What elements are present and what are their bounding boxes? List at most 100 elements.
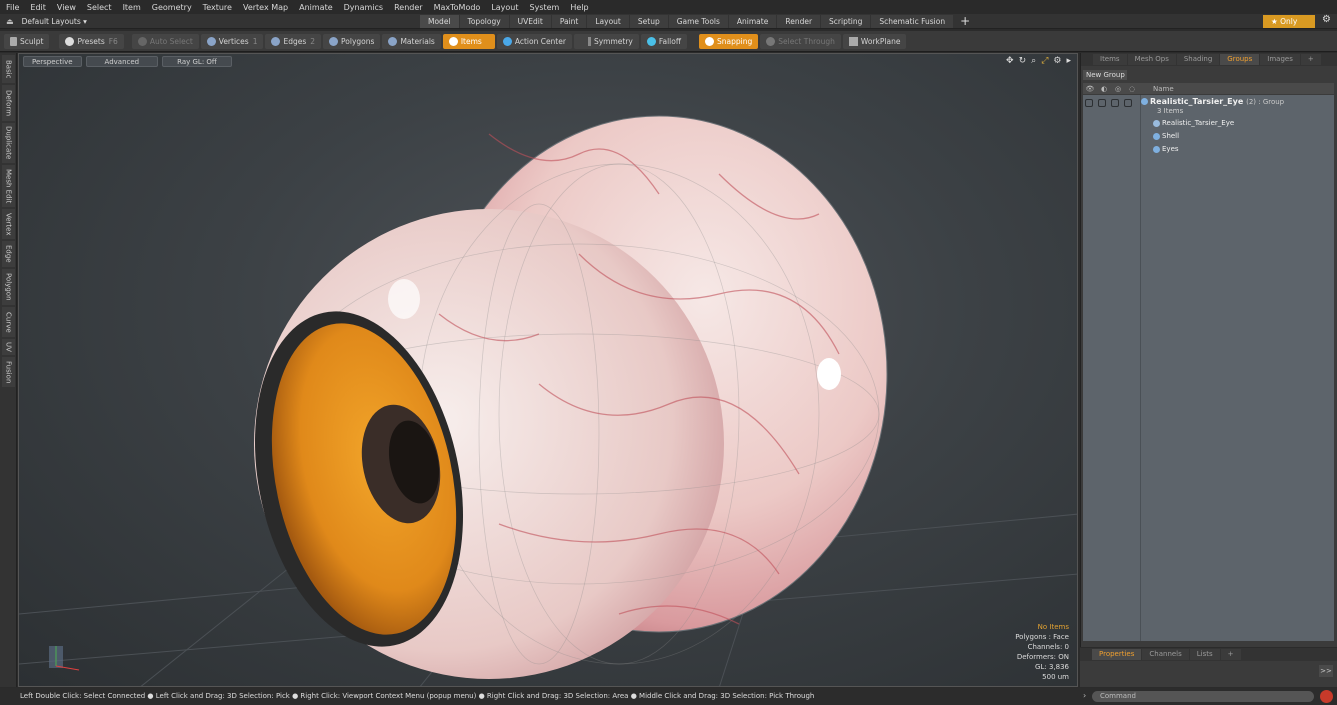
fit-view-icon[interactable]: ⤢ bbox=[1041, 56, 1048, 66]
move-view-icon[interactable]: ✥ bbox=[1006, 56, 1014, 66]
expand-button[interactable]: >> bbox=[1319, 665, 1333, 677]
new-group-button[interactable]: New Group bbox=[1083, 70, 1127, 80]
mesh-icon bbox=[1153, 145, 1160, 153]
group-icon bbox=[1141, 98, 1148, 105]
layout-preset-dropdown[interactable]: Default Layouts ▾ bbox=[22, 17, 87, 26]
menu-system[interactable]: System bbox=[530, 3, 560, 12]
menu-edit[interactable]: Edit bbox=[30, 3, 46, 12]
panel-tab-items[interactable]: Items bbox=[1093, 54, 1127, 65]
panel-tab-images[interactable]: Images bbox=[1260, 54, 1300, 65]
eyeball-model[interactable] bbox=[19, 54, 1078, 687]
select-col-icon[interactable]: ◌ bbox=[1125, 85, 1139, 93]
tool-tab-edge[interactable]: Edge bbox=[2, 241, 15, 267]
group-child-1[interactable]: Realistic_Tarsier_Eye bbox=[1153, 117, 1234, 129]
layout-tab-schematic-fusion[interactable]: Schematic Fusion bbox=[871, 14, 954, 28]
menu-select[interactable]: Select bbox=[87, 3, 112, 12]
layout-tab-paint[interactable]: Paint bbox=[551, 14, 587, 28]
brush-icon bbox=[10, 36, 17, 46]
panel-tab-mesh-ops[interactable]: Mesh Ops bbox=[1127, 54, 1176, 65]
viewport-expand-icon[interactable]: ▸ bbox=[1066, 56, 1071, 66]
panel-tab-shading[interactable]: Shading bbox=[1176, 54, 1220, 65]
layout-tab-topology[interactable]: Topology bbox=[459, 14, 509, 28]
symmetry-button[interactable]: Symmetry bbox=[573, 33, 639, 49]
visibility-col-icon[interactable]: 👁 bbox=[1083, 85, 1097, 93]
edges-button[interactable]: Edges 2 bbox=[265, 33, 322, 49]
select-through-button[interactable]: Select Through bbox=[760, 33, 841, 49]
auto-select-button[interactable]: Auto Select bbox=[131, 33, 199, 49]
list-header: 👁 ◐ ◎ ◌ Name bbox=[1083, 83, 1334, 94]
layout-tab-scripting[interactable]: Scripting bbox=[821, 14, 871, 28]
menu-bar: File Edit View Select Item Geometry Texture Ver… bbox=[0, 0, 1337, 14]
materials-button[interactable]: Materials bbox=[382, 33, 441, 49]
shading-dropdown[interactable]: Advanced bbox=[85, 56, 159, 67]
command-arrow-icon[interactable]: › bbox=[1083, 691, 1086, 700]
polygons-button[interactable]: Polygons bbox=[323, 33, 381, 49]
zoom-view-icon[interactable]: ⌕ bbox=[1031, 56, 1036, 66]
tool-tab-uv[interactable]: UV bbox=[2, 339, 15, 355]
layout-tab-model[interactable]: Model bbox=[420, 14, 459, 28]
group-child-3[interactable]: Eyes bbox=[1153, 143, 1179, 155]
3d-viewport[interactable]: Perspective Advanced Ray GL: Off ✥ ↻ ⌕ ⤢… bbox=[18, 53, 1078, 687]
presets-icon bbox=[65, 36, 75, 46]
menu-texture[interactable]: Texture bbox=[203, 3, 232, 12]
layout-tab-game-tools[interactable]: Game Tools bbox=[668, 14, 728, 28]
menu-maxtomodo[interactable]: MaxToModo bbox=[434, 3, 481, 12]
viewport-gear-icon[interactable]: ⚙ bbox=[1053, 56, 1061, 66]
sculpt-button[interactable]: Sculpt bbox=[4, 33, 50, 49]
menu-file[interactable]: File bbox=[6, 3, 19, 12]
properties-tab-channels[interactable]: Channels bbox=[1142, 649, 1189, 660]
layout-tab-layout[interactable]: Layout bbox=[587, 14, 629, 28]
materials-icon bbox=[388, 36, 398, 46]
group-child-2[interactable]: Shell bbox=[1153, 130, 1179, 142]
tool-tab-curve[interactable]: Curve bbox=[2, 307, 15, 337]
tool-tab-vertex[interactable]: Vertex bbox=[2, 209, 15, 239]
menu-geometry[interactable]: Geometry bbox=[152, 3, 192, 12]
tool-tab-basic[interactable]: Basic bbox=[2, 55, 15, 83]
tool-tab-duplicate[interactable]: Duplicate bbox=[2, 123, 15, 163]
menu-dynamics[interactable]: Dynamics bbox=[344, 3, 383, 12]
only-toggle[interactable]: ★ Only bbox=[1263, 15, 1315, 28]
items-button[interactable]: Items bbox=[442, 33, 495, 49]
command-input[interactable]: Command bbox=[1092, 691, 1314, 702]
action-center-button[interactable]: Action Center bbox=[496, 33, 572, 49]
tool-tab-mesh-edit[interactable]: Mesh Edit bbox=[2, 165, 15, 207]
rotate-view-icon[interactable]: ↻ bbox=[1019, 56, 1027, 66]
raygl-toggle[interactable]: Ray GL: Off bbox=[162, 56, 232, 67]
record-icon[interactable] bbox=[1320, 690, 1333, 703]
workplane-button[interactable]: WorkPlane bbox=[842, 33, 907, 49]
panel-tab-groups[interactable]: Groups bbox=[1220, 54, 1260, 65]
properties-tab-lists[interactable]: Lists bbox=[1189, 649, 1220, 660]
edges-icon bbox=[271, 36, 281, 46]
tool-tab-fusion[interactable]: Fusion bbox=[2, 357, 15, 387]
add-layout-button[interactable]: + bbox=[960, 14, 970, 28]
properties-tab-add[interactable]: + bbox=[1220, 649, 1241, 660]
vertices-button[interactable]: Vertices 1 bbox=[200, 33, 264, 49]
menu-layout[interactable]: Layout bbox=[491, 3, 518, 12]
lock-col-icon[interactable]: ◎ bbox=[1111, 85, 1125, 93]
layout-tab-render[interactable]: Render bbox=[777, 14, 821, 28]
presets-button[interactable]: Presets F6 bbox=[59, 33, 124, 49]
tool-tab-deform[interactable]: Deform bbox=[2, 85, 15, 121]
layout-tab-animate[interactable]: Animate bbox=[728, 14, 777, 28]
falloff-button[interactable]: Falloff bbox=[640, 33, 687, 49]
gear-icon[interactable]: ⚙ bbox=[1322, 14, 1331, 25]
mesh-icon bbox=[1153, 132, 1160, 140]
snapping-button[interactable]: Snapping bbox=[699, 33, 759, 49]
render-col-icon[interactable]: ◐ bbox=[1097, 85, 1111, 93]
properties-tabs: Properties Channels Lists + bbox=[1080, 648, 1337, 661]
properties-tab-properties[interactable]: Properties bbox=[1092, 649, 1142, 660]
layout-tab-uvedit[interactable]: UVEdit bbox=[509, 14, 551, 28]
tool-tab-polygon[interactable]: Polygon bbox=[2, 269, 15, 305]
group-visibility-toggles[interactable] bbox=[1085, 97, 1137, 109]
view-mode-dropdown[interactable]: Perspective bbox=[23, 56, 82, 67]
panel-tab-add[interactable]: + bbox=[1300, 54, 1321, 65]
menu-render[interactable]: Render bbox=[394, 3, 422, 12]
layout-icon[interactable]: ⏏ bbox=[6, 17, 14, 26]
menu-help[interactable]: Help bbox=[570, 3, 588, 12]
menu-vertex-map[interactable]: Vertex Map bbox=[243, 3, 288, 12]
layout-tab-setup[interactable]: Setup bbox=[629, 14, 668, 28]
menu-animate[interactable]: Animate bbox=[299, 3, 333, 12]
command-bar: › Command bbox=[1080, 688, 1337, 705]
menu-item[interactable]: Item bbox=[123, 3, 141, 12]
menu-view[interactable]: View bbox=[57, 3, 76, 12]
